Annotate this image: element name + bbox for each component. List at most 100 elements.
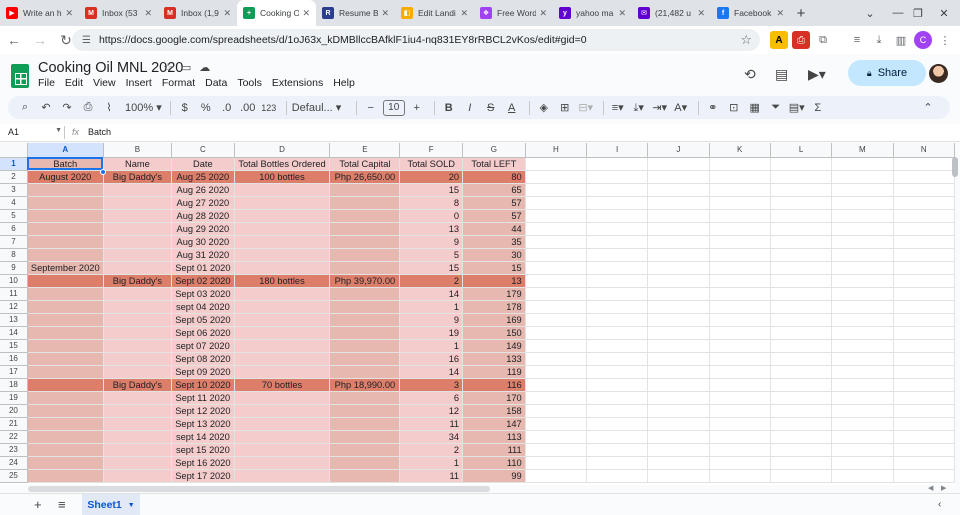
cell-date[interactable]: Aug 25 2020 xyxy=(171,170,235,184)
empty-cell[interactable] xyxy=(709,430,771,444)
cell-ordered[interactable]: 100 bottles xyxy=(234,170,331,184)
empty-cell[interactable] xyxy=(831,391,894,405)
empty-cell[interactable] xyxy=(525,313,588,327)
row-header[interactable]: 15 xyxy=(0,339,28,353)
cell-sold[interactable]: 15 xyxy=(399,261,464,275)
cell-batch[interactable] xyxy=(27,430,104,444)
empty-cell[interactable] xyxy=(709,417,771,431)
cell-batch[interactable] xyxy=(27,339,104,353)
empty-cell[interactable] xyxy=(586,287,649,301)
cell-left[interactable]: 99 xyxy=(462,469,526,483)
column-header-a[interactable]: A xyxy=(27,143,104,158)
empty-cell[interactable] xyxy=(893,248,955,262)
empty-cell[interactable] xyxy=(525,378,588,392)
empty-cell[interactable] xyxy=(893,391,955,405)
row-header[interactable]: 5 xyxy=(0,209,28,223)
close-tab-icon[interactable]: ✕ xyxy=(697,8,705,19)
cell-ordered[interactable] xyxy=(234,456,331,470)
extensions-puzzle-icon[interactable]: ⧉ xyxy=(814,31,832,49)
cell-capital[interactable]: Php 18,990.00 xyxy=(329,378,401,392)
empty-cell[interactable] xyxy=(586,261,649,275)
cell-name[interactable] xyxy=(103,456,173,470)
empty-cell[interactable] xyxy=(893,456,955,470)
row-header[interactable]: 10 xyxy=(0,274,28,288)
browser-tab[interactable]: ▶ Write an h ✕ xyxy=(0,0,79,26)
profile-avatar-icon[interactable]: C xyxy=(914,31,932,49)
empty-cell[interactable] xyxy=(770,417,833,431)
row-header[interactable]: 2 xyxy=(0,170,28,184)
cell-date[interactable]: Sept 03 2020 xyxy=(171,287,235,301)
insert-chart-icon[interactable]: ▦ xyxy=(746,98,764,118)
close-tab-icon[interactable]: ✕ xyxy=(223,8,231,19)
empty-cell[interactable] xyxy=(709,248,771,262)
cell-sold[interactable]: 11 xyxy=(399,417,464,431)
empty-cell[interactable] xyxy=(586,183,649,197)
text-color-icon[interactable]: A xyxy=(503,98,521,118)
empty-cell[interactable] xyxy=(831,209,894,223)
empty-cell[interactable] xyxy=(770,274,833,288)
cell-ordered[interactable] xyxy=(234,339,331,353)
empty-cell[interactable] xyxy=(893,378,955,392)
functions-icon[interactable]: Σ xyxy=(809,98,827,118)
media-controls-icon[interactable]: ≡ xyxy=(848,31,866,49)
header-cell[interactable]: Date xyxy=(171,157,235,171)
empty-cell[interactable] xyxy=(831,157,894,171)
cloud-status-icon[interactable]: ☁ xyxy=(199,61,210,74)
name-box[interactable]: A1 ▼ xyxy=(8,127,62,137)
empty-cell[interactable] xyxy=(709,456,771,470)
collapse-side-panel-icon[interactable]: ‹ xyxy=(938,499,941,510)
cell-date[interactable]: Sept 02 2020 xyxy=(171,274,235,288)
empty-cell[interactable] xyxy=(525,391,588,405)
cell-left[interactable]: 110 xyxy=(462,456,526,470)
increase-font-size-icon[interactable]: + xyxy=(408,98,426,118)
cell-batch[interactable] xyxy=(27,300,104,314)
empty-cell[interactable] xyxy=(647,326,710,340)
empty-cell[interactable] xyxy=(770,365,833,379)
row-header[interactable]: 8 xyxy=(0,248,28,262)
empty-cell[interactable] xyxy=(893,209,955,223)
empty-cell[interactable] xyxy=(525,274,588,288)
empty-cell[interactable] xyxy=(770,196,833,210)
close-tab-icon[interactable]: ✕ xyxy=(144,8,152,19)
cell-batch[interactable]: August 2020 xyxy=(27,170,104,184)
cell-batch[interactable] xyxy=(27,326,104,340)
cell-batch[interactable] xyxy=(27,183,104,197)
column-header-f[interactable]: F xyxy=(399,143,464,158)
cell-sold[interactable]: 2 xyxy=(399,443,464,457)
empty-cell[interactable] xyxy=(647,430,710,444)
cell-capital[interactable] xyxy=(329,196,401,210)
column-header-m[interactable]: M xyxy=(831,143,894,158)
empty-cell[interactable] xyxy=(831,456,894,470)
cell-capital[interactable] xyxy=(329,352,401,366)
cell-ordered[interactable]: 180 bottles xyxy=(234,274,331,288)
cell-name[interactable]: Big Daddy's xyxy=(103,274,173,288)
empty-cell[interactable] xyxy=(586,157,649,171)
close-tab-icon[interactable]: ✕ xyxy=(302,8,310,19)
empty-cell[interactable] xyxy=(770,352,833,366)
empty-cell[interactable] xyxy=(525,326,588,340)
site-info-icon[interactable]: ☰ xyxy=(82,35,91,46)
empty-cell[interactable] xyxy=(893,313,955,327)
cell-sold[interactable]: 19 xyxy=(399,326,464,340)
column-header-k[interactable]: K xyxy=(709,143,771,158)
zoom-select[interactable]: 100% ▾ xyxy=(125,98,162,118)
cell-batch[interactable] xyxy=(27,391,104,405)
menu-tools[interactable]: Tools xyxy=(237,77,262,89)
empty-cell[interactable] xyxy=(770,183,833,197)
number-format-button[interactable]: 123 xyxy=(260,98,278,118)
user-avatar[interactable] xyxy=(929,64,948,83)
empty-cell[interactable] xyxy=(586,365,649,379)
cell-left[interactable]: 116 xyxy=(462,378,526,392)
undo-icon[interactable]: ↶ xyxy=(37,98,55,118)
row-header[interactable]: 1 xyxy=(0,157,28,171)
cell-name[interactable] xyxy=(103,326,173,340)
browser-tab[interactable]: y yahoo ma ✕ xyxy=(553,0,632,26)
empty-cell[interactable] xyxy=(831,417,894,431)
cell-date[interactable]: Sept 16 2020 xyxy=(171,456,235,470)
row-header[interactable]: 3 xyxy=(0,183,28,197)
menu-edit[interactable]: Edit xyxy=(65,77,83,89)
cell-left[interactable]: 158 xyxy=(462,404,526,418)
cell-capital[interactable] xyxy=(329,456,401,470)
empty-cell[interactable] xyxy=(586,300,649,314)
cell-left[interactable]: 57 xyxy=(462,209,526,223)
